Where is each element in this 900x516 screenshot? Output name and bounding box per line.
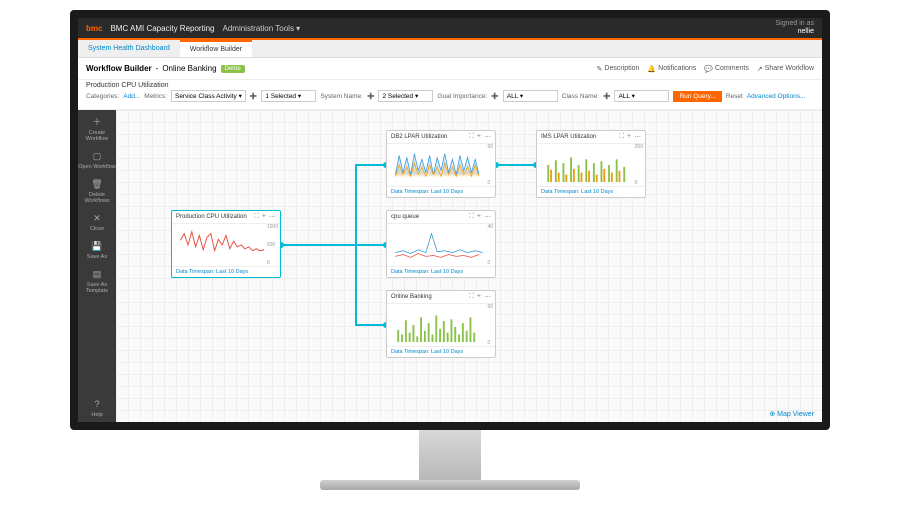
trash-icon: 🗑: [92, 180, 102, 190]
workflow-name: Online Banking: [162, 64, 216, 73]
more-icon[interactable]: ⋯: [634, 133, 641, 141]
help-icon: ?: [92, 400, 102, 410]
plus-icon[interactable]: +: [477, 213, 481, 221]
template-icon: ▤: [92, 270, 102, 280]
plus-icon[interactable]: ➕: [491, 93, 498, 100]
more-icon[interactable]: ⋯: [269, 213, 276, 221]
user-info[interactable]: Signed in as nellie: [775, 20, 814, 35]
system-name-select[interactable]: 2 Selected ▾: [378, 90, 433, 102]
add-categories-link[interactable]: Add...: [123, 93, 140, 100]
plus-icon[interactable]: +: [477, 293, 481, 301]
sidebar-close[interactable]: ✕Close: [78, 210, 116, 236]
admin-menu[interactable]: Administration Tools ▾: [223, 24, 301, 33]
workflow-canvas[interactable]: Production CPU Utilization⛶+⋯ 10005000 D…: [116, 110, 822, 422]
service-class-select[interactable]: Service Class Activity ▾: [171, 90, 246, 102]
run-query-button[interactable]: Run Query...: [673, 91, 721, 102]
node-ims-lpar[interactable]: IMS LPAR Utilization⛶+⋯ 2500 Data Timesp…: [536, 130, 646, 198]
class-select[interactable]: ALL ▾: [614, 90, 669, 102]
sidebar-save-template[interactable]: ▤Save As Template: [78, 266, 116, 298]
filter-bar: Production CPU Utilization Categories: A…: [78, 80, 822, 110]
advanced-options-link[interactable]: Advanced Options...: [747, 93, 806, 100]
plus-icon[interactable]: +: [262, 213, 266, 221]
goal-select[interactable]: ALL ▾: [503, 90, 558, 102]
close-icon: ✕: [92, 214, 102, 224]
app-title: BMC AMI Capacity Reporting: [110, 24, 214, 33]
more-icon[interactable]: ⋯: [484, 213, 491, 221]
expand-icon[interactable]: ⛶: [254, 213, 259, 221]
node-production-cpu[interactable]: Production CPU Utilization⛶+⋯ 10005000 D…: [171, 210, 281, 278]
reset-link[interactable]: Reset: [726, 93, 743, 100]
demo-badge: Demo: [221, 65, 245, 73]
sidebar-create-workflow[interactable]: ＋Create Workflow: [78, 114, 116, 146]
sidebar-delete-workflows[interactable]: 🗑Delete Workflows: [78, 176, 116, 208]
expand-icon[interactable]: ⛶: [469, 213, 474, 221]
node-cpu-queue[interactable]: cpu queue⛶+⋯ 400 Data Timespan: Last 10 …: [386, 210, 496, 278]
share-button[interactable]: ↗ Share Workflow: [757, 65, 814, 73]
plus-icon[interactable]: +: [627, 133, 631, 141]
plus-icon[interactable]: ➕: [367, 93, 374, 100]
bmc-logo: bmc: [86, 24, 102, 33]
notifications-button[interactable]: 🔔 Notifications: [647, 65, 696, 73]
filter-title: Production CPU Utilization: [86, 82, 814, 89]
sidebar-save-as[interactable]: 💾Save As: [78, 238, 116, 264]
node-db2-lpar[interactable]: DB2 LPAR Utilization⛶+⋯ 500 Data Timespa…: [386, 130, 496, 198]
plus-icon[interactable]: +: [477, 133, 481, 141]
sidebar: ＋Create Workflow ▢Open Workflow 🗑Delete …: [78, 110, 116, 422]
map-viewer-link[interactable]: ⊕ Map Viewer: [769, 410, 814, 418]
expand-icon[interactable]: ⛶: [469, 133, 474, 141]
more-icon[interactable]: ⋯: [484, 133, 491, 141]
page-title: Workflow Builder: [86, 64, 152, 73]
expand-icon[interactable]: ⛶: [469, 293, 474, 301]
more-icon[interactable]: ⋯: [484, 293, 491, 301]
sidebar-open-workflow[interactable]: ▢Open Workflow: [78, 148, 116, 174]
description-button[interactable]: ✎ Description: [597, 65, 640, 73]
plus-icon: ＋: [92, 118, 102, 128]
save-icon: 💾: [92, 242, 102, 252]
tab-dashboard[interactable]: System Health Dashboard: [78, 40, 180, 57]
plus-icon[interactable]: ➕: [603, 93, 610, 100]
top-bar: bmc BMC AMI Capacity Reporting Administr…: [78, 18, 822, 38]
plus-icon[interactable]: ➕: [250, 93, 257, 100]
tab-workflow-builder[interactable]: Workflow Builder: [180, 40, 252, 57]
node-online-banking[interactable]: Online Banking⛶+⋯ 500 Data Timespan: Las…: [386, 290, 496, 358]
comments-button[interactable]: 💬 Comments: [704, 65, 749, 73]
service-count-select[interactable]: 1 Selected ▾: [261, 90, 316, 102]
tab-bar: System Health Dashboard Workflow Builder: [78, 40, 822, 58]
sub-header: Workflow Builder - Online Banking Demo ✎…: [78, 58, 822, 80]
expand-icon[interactable]: ⛶: [619, 133, 624, 141]
document-icon: ▢: [92, 152, 102, 162]
sidebar-help[interactable]: ?Help: [78, 396, 116, 422]
